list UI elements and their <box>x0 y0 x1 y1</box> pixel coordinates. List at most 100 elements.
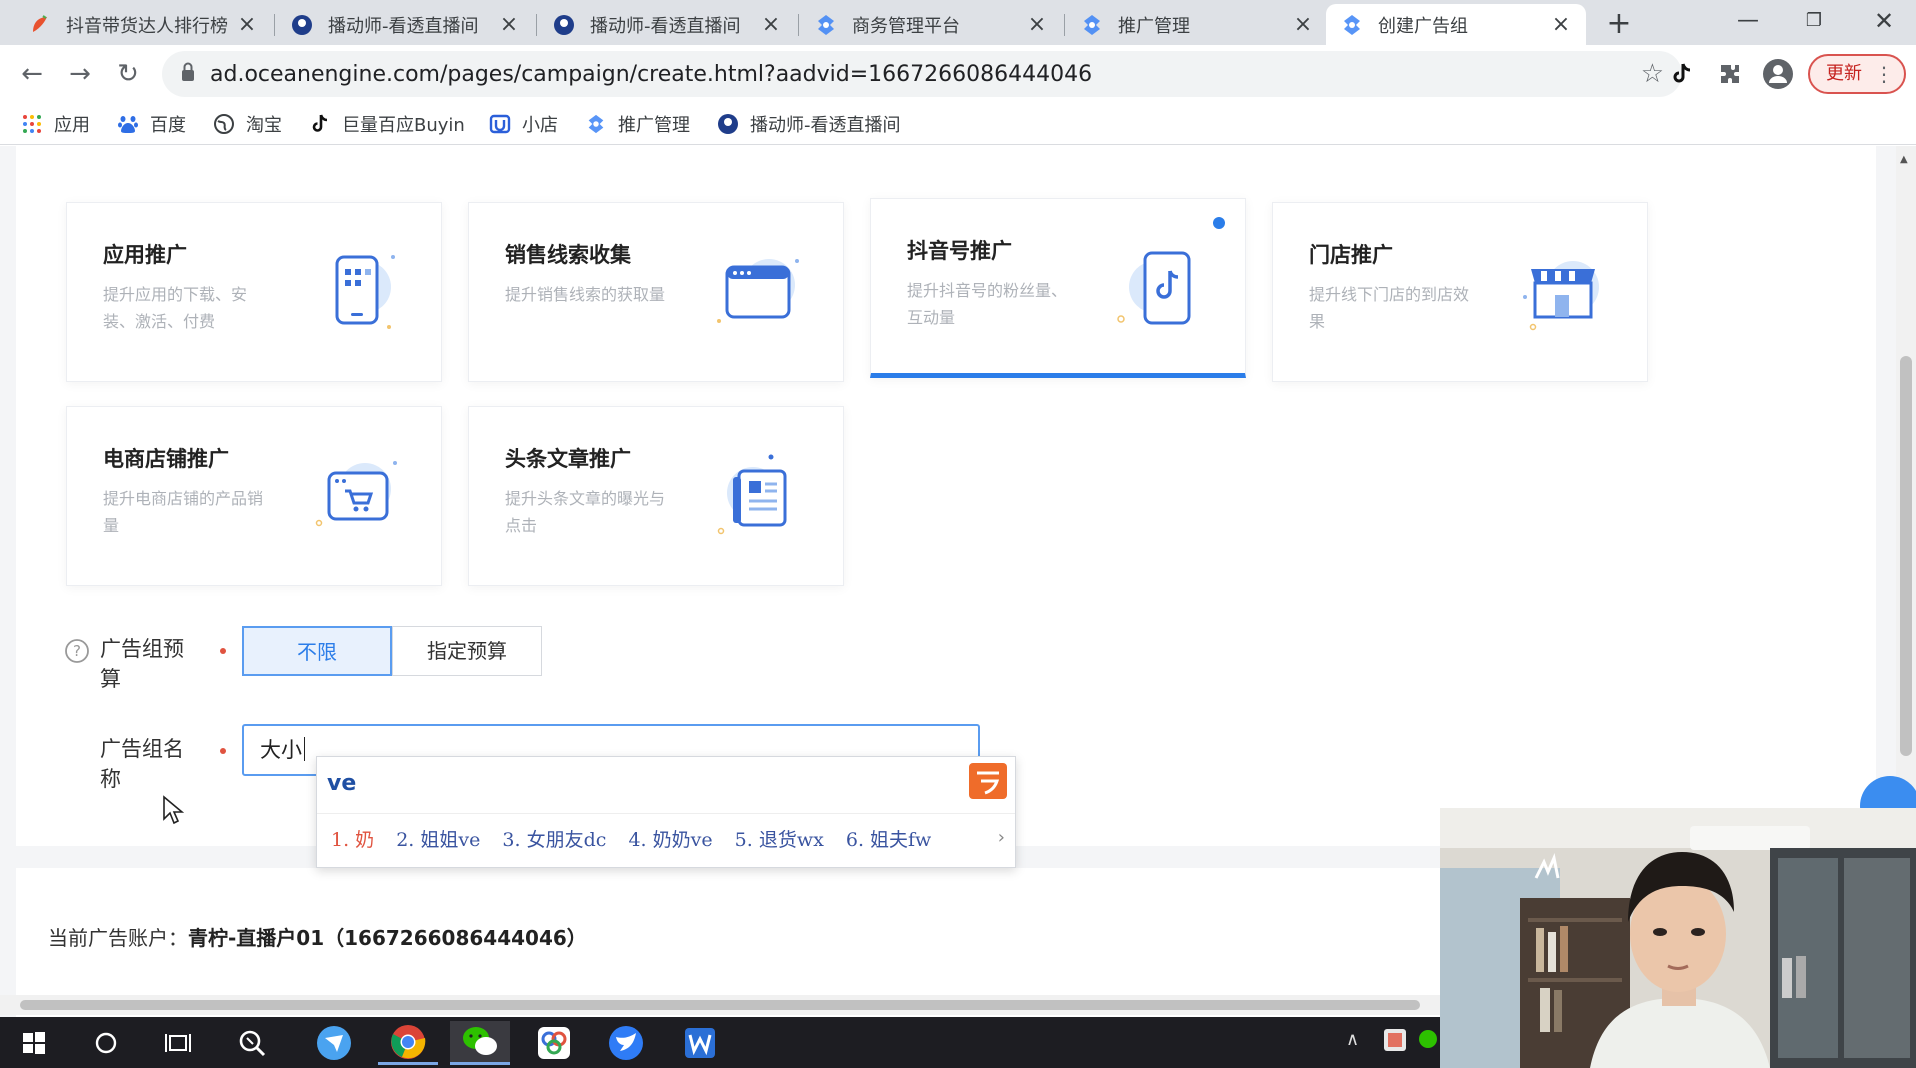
name-input-value: 大小 <box>260 738 302 762</box>
card-desc: 提升线下门店的到店效果 <box>1309 285 1470 331</box>
tab-bodongshi-2[interactable]: 播动师-看透直播间 × <box>538 4 796 45</box>
text-caret <box>304 737 305 761</box>
word-app-icon[interactable] <box>670 1021 730 1065</box>
account-label: 当前广告账户： <box>48 926 188 950</box>
bookmark-promotion-manage[interactable]: 推广管理 <box>584 111 690 137</box>
douyin-extension-icon[interactable] <box>1664 56 1700 92</box>
globe-icon <box>212 112 236 136</box>
budget-label-line2: 算 <box>100 667 121 691</box>
tab-daren-ranking[interactable]: 抖音带货达人排行榜 × <box>14 4 272 45</box>
chili-icon <box>28 13 52 37</box>
card-title: 电商店铺推广 <box>103 447 229 471</box>
tab-bodongshi-1[interactable]: 播动师-看透直播间 × <box>276 4 534 45</box>
tab-separator <box>1064 14 1065 36</box>
windows-start-icon[interactable] <box>4 1021 64 1065</box>
wechat-app-icon[interactable] <box>450 1021 510 1065</box>
bookmark-taobao[interactable]: 淘宝 <box>212 111 282 137</box>
tab-title: 抖音带货达人排行榜 <box>66 15 228 37</box>
required-dot-icon <box>220 648 226 654</box>
close-icon[interactable]: × <box>1550 12 1572 37</box>
task-view-icon[interactable] <box>148 1021 208 1065</box>
photo-viewer-app-icon[interactable] <box>524 1021 584 1065</box>
budget-specified-button[interactable]: 指定预算 <box>392 626 542 676</box>
update-button[interactable]: 更新 ⋮ <box>1808 54 1906 94</box>
bookmark-label: 播动师-看透直播间 <box>750 115 901 136</box>
promo-card-leads[interactable]: 销售线索收集 提升销售线索的获取量 <box>468 202 844 382</box>
address-bar[interactable]: ad.oceanengine.com/pages/campaign/create… <box>162 51 1682 97</box>
tray-status-icon[interactable] <box>1418 1029 1438 1054</box>
webcam-overlay <box>1440 808 1916 1068</box>
dingtalk-app-icon[interactable] <box>596 1021 656 1065</box>
current-account: 当前广告账户：青柠-直播户01（1667266086444046） <box>48 922 587 951</box>
ime-candidate-1[interactable]: 1. 奶 <box>331 829 374 851</box>
ime-candidate-6[interactable]: 6. 姐夫fw <box>846 829 931 851</box>
card-desc: 提升应用的下载、安装、激活、付费 <box>103 285 248 331</box>
promo-card-douyin[interactable]: 抖音号推广 提升抖音号的粉丝量、互动量 <box>870 198 1246 378</box>
promo-card-store[interactable]: 门店推广 提升线下门店的到店效果 <box>1272 202 1648 382</box>
bookmark-bodongshi[interactable]: 播动师-看透直播间 <box>716 111 901 137</box>
budget-unlimited-button[interactable]: 不限 <box>242 626 392 676</box>
ime-candidate-5[interactable]: 5. 退货wx <box>735 829 824 851</box>
new-tab-button[interactable]: + <box>1602 7 1636 41</box>
bookmark-buyin[interactable]: 巨量百应Buyin <box>308 111 465 137</box>
ime-candidate-3[interactable]: 3. 女朋友dc <box>502 829 606 851</box>
close-icon[interactable]: × <box>1026 12 1048 37</box>
name-label-line2: 称 <box>100 767 121 791</box>
oceanengine-icon <box>584 112 608 136</box>
profile-avatar-icon[interactable] <box>1760 56 1796 92</box>
tab-business-platform[interactable]: 商务管理平台 × <box>800 4 1062 45</box>
tab-title: 推广管理 <box>1118 15 1190 37</box>
douyin-icon <box>308 112 332 136</box>
bookmarks-bar: 应用 百度 淘宝 巨量百应Buyin 小店 推广管理 播动师-看透直播间 <box>0 103 1916 145</box>
ime-candidate-window: ve 1. 奶 2. 姐姐ve 3. 女朋友dc 4. 奶奶ve 5. 退货wx… <box>316 756 1016 868</box>
browser-tab-strip: 抖音带货达人排行榜 × 播动师-看透直播间 × 播动师-看透直播间 × 商务管理… <box>0 0 1916 45</box>
close-icon[interactable]: × <box>236 12 258 37</box>
article-icon <box>717 454 787 535</box>
bookmark-label: 推广管理 <box>618 115 690 136</box>
tab-create-adgroup[interactable]: 创建广告组 × <box>1326 4 1586 45</box>
oceanengine-icon <box>1080 13 1104 37</box>
tab-promotion-manage[interactable]: 推广管理 × <box>1066 4 1328 45</box>
promo-card-article[interactable]: 头条文章推广 提升头条文章的曝光与点击 <box>468 406 844 586</box>
close-icon[interactable]: × <box>1292 12 1314 37</box>
tab-separator <box>274 14 275 36</box>
close-icon[interactable]: × <box>760 12 782 37</box>
extensions-puzzle-icon[interactable] <box>1712 56 1748 92</box>
question-circle-icon[interactable]: ? <box>64 638 90 664</box>
ime-candidate-4[interactable]: 4. 奶奶ve <box>628 829 712 851</box>
bookmark-star-icon[interactable]: ☆ <box>1641 59 1664 89</box>
ime-candidate-2[interactable]: 2. 姐姐ve <box>396 829 480 851</box>
forward-arrow-icon[interactable]: → <box>62 56 98 92</box>
restore-icon[interactable]: ❐ <box>1784 2 1844 40</box>
search-circle-icon[interactable] <box>76 1021 136 1065</box>
minimize-icon[interactable]: — <box>1718 2 1778 40</box>
scrollbar-thumb[interactable] <box>20 1000 1420 1010</box>
sogou-ime-icon[interactable] <box>969 763 1007 799</box>
required-dot-icon <box>220 748 226 754</box>
menu-dots-icon[interactable]: ⋮ <box>1874 56 1894 92</box>
chrome-app-icon[interactable] <box>378 1021 438 1065</box>
reload-icon[interactable]: ↻ <box>110 56 146 92</box>
scrollbar-thumb[interactable] <box>1900 356 1912 756</box>
promo-card-ecommerce[interactable]: 电商店铺推广 提升电商店铺的产品销量 <box>66 406 442 586</box>
bookmark-label: 小店 <box>522 115 558 136</box>
promo-card-app[interactable]: 应用推广 提升应用的下载、安装、激活、付费 <box>66 202 442 382</box>
horizontal-scrollbar[interactable] <box>0 995 1440 1015</box>
ime-next-page-icon[interactable]: › <box>998 827 1005 848</box>
feishu-app-icon[interactable] <box>304 1021 364 1065</box>
tray-app-icon[interactable] <box>1382 1027 1408 1058</box>
bookmark-baidu[interactable]: 百度 <box>116 111 186 137</box>
scroll-up-arrow-icon[interactable]: ▲ <box>1900 154 1908 165</box>
bookmark-apps[interactable]: 应用 <box>20 111 90 137</box>
ime-pinyin: ve <box>327 771 357 796</box>
oceanengine-icon <box>814 13 838 37</box>
close-icon[interactable]: × <box>498 12 520 37</box>
selected-dot-icon <box>1213 217 1225 229</box>
card-title: 销售线索收集 <box>505 243 631 267</box>
tray-chevron-up-icon[interactable]: ∧ <box>1346 1029 1359 1050</box>
search-magnifier-icon[interactable] <box>222 1021 282 1065</box>
window-close-icon[interactable]: ✕ <box>1854 2 1914 40</box>
back-arrow-icon[interactable]: ← <box>14 56 50 92</box>
bookmark-xiaodian[interactable]: 小店 <box>488 111 558 137</box>
bookmark-label: 百度 <box>150 115 186 136</box>
